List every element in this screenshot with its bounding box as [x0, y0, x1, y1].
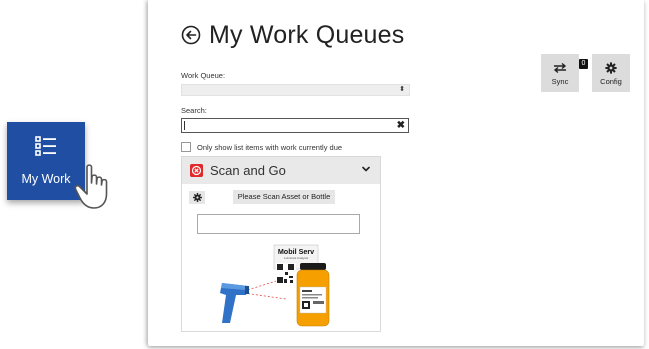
- gear-icon: [605, 62, 617, 74]
- work-queue-select[interactable]: ⬍: [181, 84, 410, 96]
- scan-and-go-header[interactable]: Scan and Go: [182, 157, 380, 184]
- back-arrow-icon[interactable]: [181, 25, 201, 45]
- scanner-bottle-illustration: Mobil Serv Lubricant Analysis: [220, 244, 330, 327]
- sample-bottle-icon: [296, 263, 330, 327]
- header: My Work Queues: [181, 20, 404, 50]
- sync-button[interactable]: Sync: [541, 54, 579, 92]
- pointer-hand-icon: [74, 164, 108, 209]
- scan-input[interactable]: [197, 214, 360, 234]
- work-queue-label: Work Queue:: [181, 71, 226, 80]
- chevron-down-icon[interactable]: [362, 165, 370, 173]
- page-title: My Work Queues: [209, 20, 405, 49]
- due-filter-row[interactable]: Only show list items with work currently…: [181, 142, 342, 152]
- text-caret: [184, 121, 185, 130]
- brand-label: Mobil Serv: [278, 247, 314, 256]
- barcode-scanner-icon: [220, 283, 249, 323]
- brand-sublabel: Lubricant Analysis: [284, 256, 309, 260]
- scan-settings-button[interactable]: [189, 191, 205, 204]
- sync-icon: [553, 62, 567, 74]
- sync-label: Sync: [551, 77, 569, 86]
- select-arrows-icon: ⬍: [399, 86, 405, 93]
- search-label: Search:: [181, 106, 207, 115]
- qr-code-icon: [276, 263, 296, 285]
- config-button[interactable]: Config: [592, 54, 630, 92]
- config-label: Config: [600, 77, 622, 86]
- sync-count-badge: 0: [579, 59, 588, 69]
- work-queues-panel: My Work Queues Work Queue: ⬍ Search: ✖ O…: [148, 0, 644, 346]
- search-input[interactable]: ✖: [181, 118, 409, 133]
- due-filter-label: Only show list items with work currently…: [197, 142, 343, 152]
- list-icon: [35, 136, 56, 156]
- scan-and-go-title: Scan and Go: [210, 163, 286, 178]
- scan-and-go-card: Scan and Go Please Scan Asset or Bottle: [181, 156, 381, 332]
- close-icon[interactable]: ✖: [397, 119, 405, 132]
- scan-asset-button[interactable]: Please Scan Asset or Bottle: [233, 190, 335, 204]
- due-filter-checkbox[interactable]: [181, 142, 191, 152]
- gear-icon: [193, 193, 202, 202]
- close-circle-icon: [190, 164, 203, 177]
